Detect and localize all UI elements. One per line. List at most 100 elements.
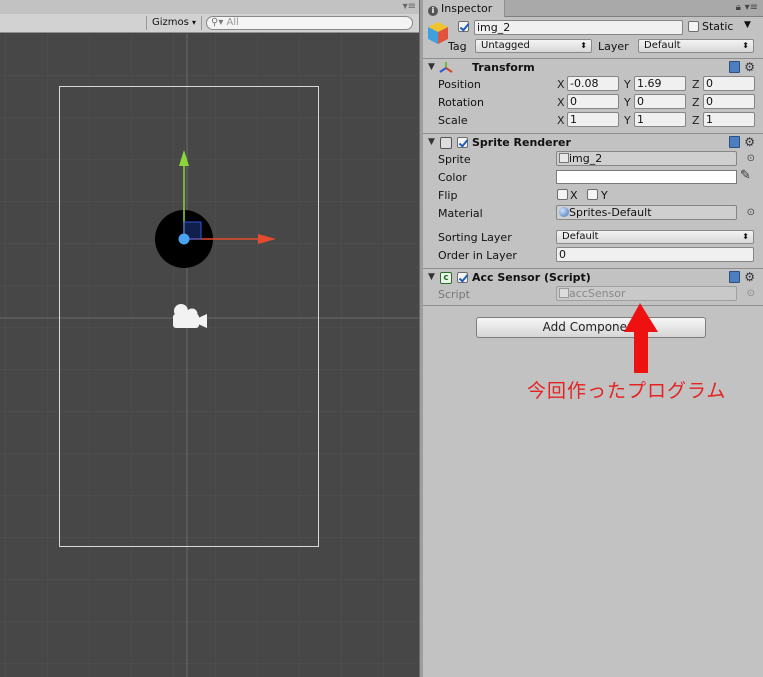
help-book-icon[interactable] [729,61,741,73]
axis-z-label: Z [692,78,700,91]
position-x-field[interactable]: -0.08 [567,76,619,91]
gear-icon[interactable]: ⚙ [744,271,755,283]
tag-label: Tag [448,40,467,53]
tag-value: Untagged [481,40,530,51]
components-end-divider [423,305,763,306]
position-label: Position [438,78,481,91]
material-value: Sprites-Default [569,206,652,219]
search-placeholder: All [226,17,239,28]
transform-header[interactable]: ▼ Transform ⚙ [423,58,763,76]
scene-view[interactable]: ▾≡ Gizmos ▾ ⚲▾ All [0,0,419,677]
color-label: Color [438,171,467,184]
flip-y-checkbox[interactable] [587,189,598,200]
sprite-label: Sprite [438,153,471,166]
scale-x-field[interactable]: 1 [567,112,619,127]
tag-dropdown[interactable]: Untagged ⬍ [475,39,592,53]
material-sphere-icon [559,207,569,217]
sprite-field[interactable]: img_2 ⊙ [556,151,755,166]
gameobject-header: img_2 Static ▼ Tag Untagged ⬍ Layer Defau… [423,17,763,57]
scale-z-field[interactable]: 1 [703,112,755,127]
static-label: Static [702,20,734,33]
sorting-layer-value: Default [562,231,599,242]
sorting-layer-dropdown[interactable]: Default ⬍ [556,230,754,244]
rotation-z-field[interactable]: 0 [703,94,755,109]
script-icon: c [440,272,452,284]
sprite-renderer-title: Sprite Renderer [472,136,571,149]
object-picker-icon[interactable]: ⊙ [747,206,755,219]
axis-y-label: Y [624,96,631,109]
acc-sensor-title: Acc Sensor (Script) [472,271,591,284]
transform-icon [439,62,453,73]
axis-y-label: Y [624,114,631,127]
layer-dropdown[interactable]: Default ⬍ [638,39,754,53]
inspector-panel: i Inspector 🔒︎ ▾≡ img_2 Static ▼ Tag Unta… [423,0,763,677]
script-asset-icon [559,288,569,298]
scene-search-input[interactable]: ⚲▾ All [206,16,413,30]
layer-label: Layer [598,40,629,53]
chevron-down-icon[interactable]: ▼ [744,20,751,30]
static-checkbox[interactable] [688,21,699,32]
gizmos-label: Gizmos [152,17,189,28]
scene-canvas[interactable] [0,34,419,677]
transform-title: Transform [472,61,535,74]
script-field: accSensor ⊙ [556,286,755,301]
annotation-text: 今回作ったプログラム [527,380,727,402]
flip-label: Flip [438,189,458,202]
menu-icon[interactable]: ▾≡ [745,2,758,13]
annotation-arrow-icon [624,303,658,373]
axis-y-label: Y [624,78,631,91]
gameobject-active-checkbox[interactable] [458,21,469,32]
sorting-layer-label: Sorting Layer [438,231,512,244]
script-value: accSensor [569,287,626,300]
flip-x-checkbox[interactable] [557,189,568,200]
scale-y-field[interactable]: 1 [634,112,686,127]
gameobject-cube-icon [428,22,448,44]
position-z-field[interactable]: 0 [703,76,755,91]
rotation-y-field[interactable]: 0 [634,94,686,109]
material-label: Material [438,207,483,220]
axis-x-label: X [557,78,565,91]
foldout-icon[interactable]: ▼ [428,62,435,72]
chevron-updown-icon: ⬍ [742,232,749,241]
rotation-label: Rotation [438,96,485,109]
scene-toolbar: Gizmos ▾ ⚲▾ All [0,14,419,33]
layer-value: Default [644,40,681,51]
sprite-value: img_2 [569,152,603,165]
foldout-icon[interactable]: ▼ [428,137,435,147]
axis-x-label: X [557,96,565,109]
script-label: Script [438,288,470,301]
scene-tab-strip: ▾≡ [0,0,419,14]
order-in-layer-field[interactable]: 0 [556,247,754,262]
gear-icon[interactable]: ⚙ [744,136,755,148]
position-y-field[interactable]: 1.69 [634,76,686,91]
search-icon: ⚲▾ [211,17,224,28]
tab-inspector[interactable]: i Inspector [423,0,505,17]
gameobject-name-field[interactable]: img_2 [474,20,683,35]
tab-inspector-label: Inspector [441,2,493,15]
color-field[interactable] [556,170,737,184]
add-component-button[interactable]: Add Component [476,317,706,338]
object-picker-icon[interactable]: ⊙ [747,152,755,165]
help-book-icon[interactable] [729,271,741,283]
order-in-layer-label: Order in Layer [438,249,517,262]
lock-icon[interactable]: 🔒︎ [736,2,741,13]
acc-sensor-header[interactable]: ▼ c Acc Sensor (Script) ⚙ [423,268,763,286]
inspector-tab-bar: i Inspector 🔒︎ ▾≡ [423,0,763,17]
sprite-renderer-enabled-checkbox[interactable] [457,137,468,148]
sprite-renderer-header[interactable]: ▼ Sprite Renderer ⚙ [423,133,763,151]
flip-y-label: Y [601,189,608,202]
eyedropper-icon[interactable]: ✎ [740,168,751,183]
rotation-x-field[interactable]: 0 [567,94,619,109]
material-field[interactable]: Sprites-Default ⊙ [556,205,755,220]
scene-menu-icon[interactable]: ▾≡ [403,1,416,12]
sprite-renderer-icon [440,137,452,149]
chevron-updown-icon: ⬍ [580,41,587,50]
info-icon: i [428,6,438,16]
help-book-icon[interactable] [729,136,741,148]
acc-sensor-enabled-checkbox[interactable] [457,272,468,283]
gear-icon[interactable]: ⚙ [744,61,755,73]
foldout-icon[interactable]: ▼ [428,272,435,282]
axis-z-label: Z [692,96,700,109]
gizmos-dropdown[interactable]: Gizmos ▾ [146,16,203,30]
sprite-asset-icon [559,153,569,163]
